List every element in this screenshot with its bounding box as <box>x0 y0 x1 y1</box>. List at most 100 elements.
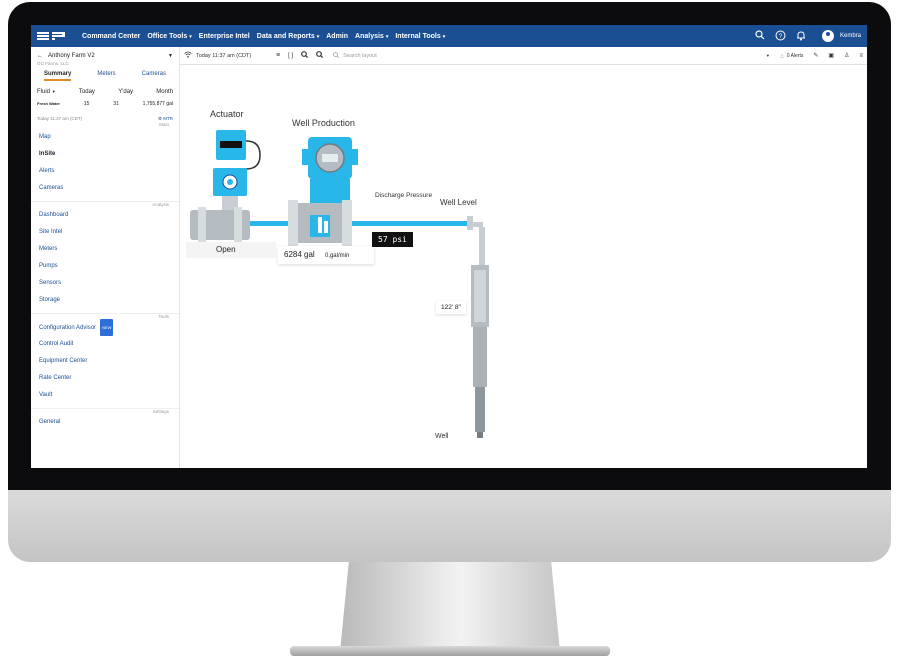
nav-item-label: Internal Tools <box>395 32 441 40</box>
col-yday: Y'day <box>118 89 134 95</box>
valve-state: Open <box>216 245 236 254</box>
sidebar-item-label: Alerts <box>39 168 55 174</box>
actuator-label: Actuator <box>210 109 244 119</box>
user-icon[interactable]: ♙ <box>844 52 849 59</box>
briefcase-icon[interactable]: ▣ <box>828 52 834 59</box>
sidebar-item-cameras[interactable]: Cameras <box>31 180 179 197</box>
sidebar-item-control-audit[interactable]: Control Audit <box>31 336 179 353</box>
edit-icon[interactable]: ✎ <box>813 52 818 59</box>
sidebar-item-alerts[interactable]: Alerts <box>31 163 179 180</box>
total-volume: 6284 gal <box>284 250 315 259</box>
sidebar-item-label: Meters <box>39 246 58 252</box>
actuator-icon[interactable] <box>190 130 261 243</box>
chevron-down-icon: ▼ <box>51 89 56 94</box>
sidebar-item-storage[interactable]: Storage <box>31 292 179 309</box>
well-level-readout: 122' 8" <box>436 301 466 314</box>
tab-cameras[interactable]: Cameras <box>142 71 166 81</box>
analysis-links: Dashboard Site Intel Meters Pumps Sensors Sto… <box>31 207 179 309</box>
monitor-stand <box>340 562 560 652</box>
user-name[interactable]: Kembra <box>840 33 861 39</box>
list-view-icon[interactable]: ≡ <box>276 52 280 59</box>
discharge-pressure-label: Discharge Pressure <box>375 192 433 199</box>
app-screen: Command Center Office Tools ▾ Enterprise In… <box>31 25 867 468</box>
flow-meter-icon[interactable] <box>288 137 358 246</box>
chevron-down-icon[interactable]: ▼ <box>766 53 770 58</box>
chevron-down-icon: ▾ <box>385 33 389 40</box>
chevron-down-icon: ▾ <box>442 33 446 40</box>
nav-item-admin[interactable]: Admin <box>326 33 348 40</box>
nav-item-label: Admin <box>326 32 349 40</box>
sidebar-item-label: Sensors <box>39 280 62 286</box>
monitor-base <box>290 646 610 656</box>
sidebar-item-label: Rate Center <box>39 375 72 381</box>
user-avatar[interactable] <box>821 30 834 42</box>
sidebar-item-label: InSite <box>39 151 56 157</box>
nav-item-data-and-reports[interactable]: Data and Reports ▾ <box>257 33 319 40</box>
search-icon <box>333 51 340 60</box>
sidebar-item-vault[interactable]: Vault <box>31 387 179 404</box>
pipe-segment <box>250 221 290 226</box>
back-arrow-icon[interactable]: ← <box>37 53 43 59</box>
sidebar-item-label: Configuration Advisor <box>39 325 97 331</box>
meter-icon: ⚙ <box>157 116 162 121</box>
alerts-toggle[interactable]: △ 0 Alerts <box>780 53 804 59</box>
well-level-icon[interactable] <box>467 216 489 438</box>
summary-timestamp: Today 11:37 am (CDT) <box>37 116 83 121</box>
nav-item-label: Analysis <box>355 32 384 40</box>
sidebar-item-map[interactable]: Map <box>31 129 179 146</box>
flow-rate: 0,gal/min <box>324 253 350 259</box>
chevron-down-icon[interactable]: ▼ <box>168 53 173 59</box>
tab-meters[interactable]: Meters <box>97 71 115 81</box>
sidebar-item-dashboard[interactable]: Dashboard <box>31 207 179 224</box>
tab-summary[interactable]: Summary <box>43 71 72 81</box>
fullscreen-icon[interactable]: [ ] <box>288 53 293 59</box>
pipe-segment <box>462 221 467 226</box>
well-level-label: Well Level <box>440 198 477 207</box>
company-name: GO Farms, LLC <box>37 61 69 66</box>
zoom-in-icon[interactable] <box>301 51 309 60</box>
zoom-out-icon[interactable] <box>316 51 324 60</box>
sidebar-item-rate-center[interactable]: Rate Center <box>31 370 179 387</box>
fresh-water-label: Fresh Water <box>37 101 60 106</box>
sidebar-item-label: Vault <box>39 392 53 398</box>
farm-selector[interactable]: Anthony Farm V2 <box>48 53 168 59</box>
sidebar-item-meters[interactable]: Meters <box>31 241 179 258</box>
brand-logo[interactable] <box>37 30 67 42</box>
sidebar-item-label: Pumps <box>39 263 58 269</box>
well-production-label: Well Production <box>292 118 355 128</box>
top-navigation-bar: Command Center Office Tools ▾ Enterprise In… <box>31 25 867 47</box>
discharge-pressure-readout: 57 psi <box>372 232 413 247</box>
search-icon[interactable] <box>755 30 765 42</box>
sidebar-item-label: General <box>39 419 61 425</box>
layout-toolbar: Today 11:37 am (CDT) ≡ [ ] Search layout… <box>180 47 867 65</box>
sidebar-item-site-intel[interactable]: Site Intel <box>31 224 179 241</box>
nav-item-analysis[interactable]: Analysis ▾ <box>355 33 388 40</box>
fluid-selector[interactable]: Fluid ▼ <box>37 89 56 95</box>
nav-item-office-tools[interactable]: Office Tools ▾ <box>147 33 191 40</box>
search-layout-input[interactable]: Search layout <box>333 51 377 60</box>
monitor-chin <box>8 490 891 562</box>
search-placeholder: Search layout <box>343 52 377 59</box>
sidebar-item-sensors[interactable]: Sensors <box>31 275 179 292</box>
nav-item-label: Office Tools <box>147 32 188 40</box>
nav-item-label: Command Center <box>82 32 141 40</box>
notifications-bell-icon[interactable] <box>796 30 806 43</box>
sidebar-item-insite[interactable]: InSite <box>31 146 179 163</box>
sidebar-item-label: Cameras <box>39 185 64 191</box>
sidebar-item-equipment-center[interactable]: Equipment Center <box>31 353 179 370</box>
chevron-down-icon: ▾ <box>189 33 192 40</box>
sidebar-item-general[interactable]: General <box>31 414 179 431</box>
nav-item-command-center[interactable]: Command Center <box>82 33 140 40</box>
sidebar-item-configuration-advisor[interactable]: Configuration Advisor NEW <box>31 319 179 336</box>
menu-icon[interactable]: ≡ <box>859 53 863 59</box>
nav-item-internal-tools[interactable]: Internal Tools ▾ <box>395 33 445 40</box>
nav-item-enterprise-intel[interactable]: Enterprise Intel <box>199 33 250 40</box>
col-today: Today <box>78 89 95 95</box>
help-icon[interactable]: ? <box>775 30 786 43</box>
new-badge: NEW <box>100 319 114 336</box>
fresh-water-month: 1,755,877 <box>142 101 165 107</box>
sidebar-tabs: Summary Meters Cameras <box>31 71 179 81</box>
sidebar-item-pumps[interactable]: Pumps <box>31 258 179 275</box>
fluid-label: Fluid <box>37 89 51 95</box>
sidebar-item-label: Control Audit <box>39 341 74 347</box>
